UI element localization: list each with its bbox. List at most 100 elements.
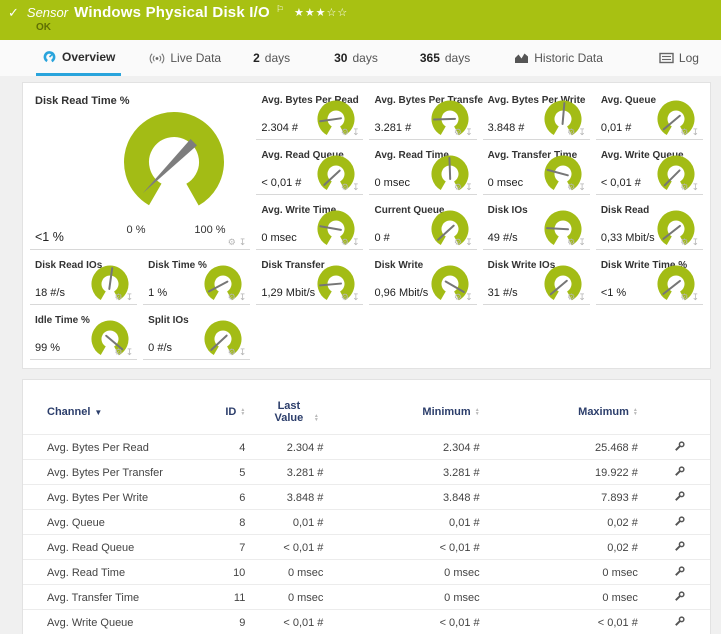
tab-30-days[interactable]: 30 days [328, 40, 384, 76]
channel-row[interactable]: Avg. Queue 8 0,01 # 0,01 # 0,02 # [23, 510, 710, 535]
gear-icon[interactable]: ⚙ [567, 238, 575, 247]
gauge-value: 0 msec [374, 177, 409, 189]
gear-icon[interactable]: ⚙ [341, 183, 349, 192]
tab-historic-data[interactable]: Historic Data [508, 40, 609, 76]
channel-minimum: 3.281 # [333, 460, 491, 485]
tab-overview[interactable]: Overview [36, 40, 121, 76]
wrench-icon[interactable] [673, 565, 686, 581]
pin-icon[interactable]: ↧ [578, 238, 586, 247]
pin-icon[interactable]: ↧ [352, 128, 360, 137]
gear-icon[interactable]: ⚙ [341, 128, 349, 137]
gear-icon[interactable]: ⚙ [454, 128, 462, 137]
tab-live-data[interactable]: Live Data [143, 40, 227, 76]
flag-icon[interactable]: ⚐ [276, 4, 284, 15]
column-header-minimum[interactable]: Minimum▲▼ [333, 388, 491, 435]
pin-icon[interactable]: ↧ [465, 238, 473, 247]
pin-icon[interactable]: ↧ [352, 238, 360, 247]
column-label: Minimum [422, 406, 470, 418]
channel-name: Avg. Write Queue [23, 610, 203, 634]
channel-row[interactable]: Avg. Bytes Per Transfer 5 3.281 # 3.281 … [23, 460, 710, 485]
priority-stars[interactable]: ★★★☆☆ [294, 6, 348, 19]
pin-icon[interactable]: ↧ [239, 348, 247, 357]
gear-icon[interactable]: ⚙ [680, 128, 688, 137]
gear-icon[interactable]: ⚙ [115, 348, 123, 357]
pin-icon[interactable]: ↧ [578, 293, 586, 302]
pin-icon[interactable]: ↧ [578, 128, 586, 137]
channel-row[interactable]: Avg. Write Queue 9 < 0,01 # < 0,01 # < 0… [23, 610, 710, 634]
pin-icon[interactable]: ↧ [465, 293, 473, 302]
column-header-id[interactable]: ID▲▼ [203, 388, 253, 435]
live-signal-icon [149, 52, 165, 65]
wrench-icon[interactable] [673, 540, 686, 556]
gauges-panel: Disk Read Time % 0 % 100 % <1 % ⚙ ↧ Avg.… [22, 82, 711, 369]
gear-icon[interactable]: ⚙ [115, 293, 123, 302]
channel-last-value: < 0,01 # [253, 610, 333, 634]
tab-number: 30 [334, 51, 347, 65]
pin-icon[interactable]: ↧ [126, 293, 134, 302]
wrench-icon[interactable] [673, 490, 686, 506]
pin-icon[interactable]: ↧ [465, 183, 473, 192]
tab-365-days[interactable]: 365 days [414, 40, 476, 76]
gauge-value: 0,33 Mbit/s [601, 232, 655, 244]
tab-log[interactable]: Log [653, 40, 705, 76]
pin-icon[interactable]: ↧ [691, 293, 699, 302]
channel-last-value: < 0,01 # [253, 535, 333, 560]
pin-icon[interactable]: ↧ [352, 293, 360, 302]
pin-icon[interactable]: ↧ [691, 183, 699, 192]
gauge-card: Idle Time % 99 % ⚙ ↧ [30, 311, 137, 360]
gear-icon[interactable]: ⚙ [341, 238, 349, 247]
gear-icon[interactable]: ⚙ [567, 128, 575, 137]
gear-icon[interactable]: ⚙ [228, 348, 236, 357]
column-header-last-value[interactable]: Last Value▲▼ [253, 388, 333, 435]
gauge-card: Disk Transfer 1,29 Mbit/s ⚙ ↧ [256, 256, 363, 305]
gauge-card: Avg. Queue 0,01 # ⚙ ↧ [596, 91, 703, 140]
gauge-needle [547, 228, 568, 229]
wrench-icon[interactable] [673, 440, 686, 456]
wrench-icon[interactable] [673, 615, 686, 631]
channel-name: Avg. Read Time [23, 560, 203, 585]
tab-2-days[interactable]: 2 days [247, 40, 296, 76]
column-header-channel[interactable]: Channel▼ [23, 388, 203, 435]
pin-icon[interactable]: ↧ [239, 238, 247, 247]
wrench-icon[interactable] [673, 590, 686, 606]
column-header-maximum[interactable]: Maximum▲▼ [492, 388, 650, 435]
tab-number: 2 [253, 51, 260, 65]
gauge-value: <1 % [35, 230, 64, 244]
gauge-card: Avg. Read Time 0 msec ⚙ ↧ [369, 146, 476, 195]
wrench-icon[interactable] [673, 515, 686, 531]
pin-icon[interactable]: ↧ [691, 128, 699, 137]
pin-icon[interactable]: ↧ [126, 348, 134, 357]
gear-icon[interactable]: ⚙ [228, 293, 236, 302]
channel-last-value: 0 msec [253, 560, 333, 585]
gauge-title: Idle Time % [35, 315, 90, 326]
pin-icon[interactable]: ↧ [465, 128, 473, 137]
wrench-icon[interactable] [673, 465, 686, 481]
pin-icon[interactable]: ↧ [352, 183, 360, 192]
channel-row[interactable]: Avg. Read Time 10 0 msec 0 msec 0 msec [23, 560, 710, 585]
gear-icon[interactable]: ⚙ [228, 238, 236, 247]
gear-icon[interactable]: ⚙ [454, 183, 462, 192]
pin-icon[interactable]: ↧ [239, 293, 247, 302]
channel-row[interactable]: Avg. Read Queue 7 < 0,01 # < 0,01 # 0,02… [23, 535, 710, 560]
gear-icon[interactable]: ⚙ [680, 293, 688, 302]
channel-maximum: 0,02 # [492, 510, 650, 535]
gauge-card: Avg. Transfer Time 0 msec ⚙ ↧ [483, 146, 590, 195]
channel-row[interactable]: Avg. Bytes Per Write 6 3.848 # 3.848 # 7… [23, 485, 710, 510]
gear-icon[interactable]: ⚙ [341, 293, 349, 302]
gear-icon[interactable]: ⚙ [567, 293, 575, 302]
channel-row[interactable]: Avg. Transfer Time 11 0 msec 0 msec 0 ms… [23, 585, 710, 610]
tab-label: days [445, 51, 470, 65]
channel-minimum: 0 msec [333, 560, 491, 585]
channel-id: 4 [203, 435, 253, 460]
pin-icon[interactable]: ↧ [578, 183, 586, 192]
gear-icon[interactable]: ⚙ [567, 183, 575, 192]
gear-icon[interactable]: ⚙ [454, 293, 462, 302]
channel-row[interactable]: Avg. Bytes Per Read 4 2.304 # 2.304 # 25… [23, 435, 710, 460]
sort-icon: ▲▼ [240, 408, 245, 416]
gear-icon[interactable]: ⚙ [680, 238, 688, 247]
gear-icon[interactable]: ⚙ [454, 238, 462, 247]
pin-icon[interactable]: ↧ [691, 238, 699, 247]
tab-label: days [265, 51, 290, 65]
gear-icon[interactable]: ⚙ [680, 183, 688, 192]
column-header-actions [650, 388, 710, 435]
